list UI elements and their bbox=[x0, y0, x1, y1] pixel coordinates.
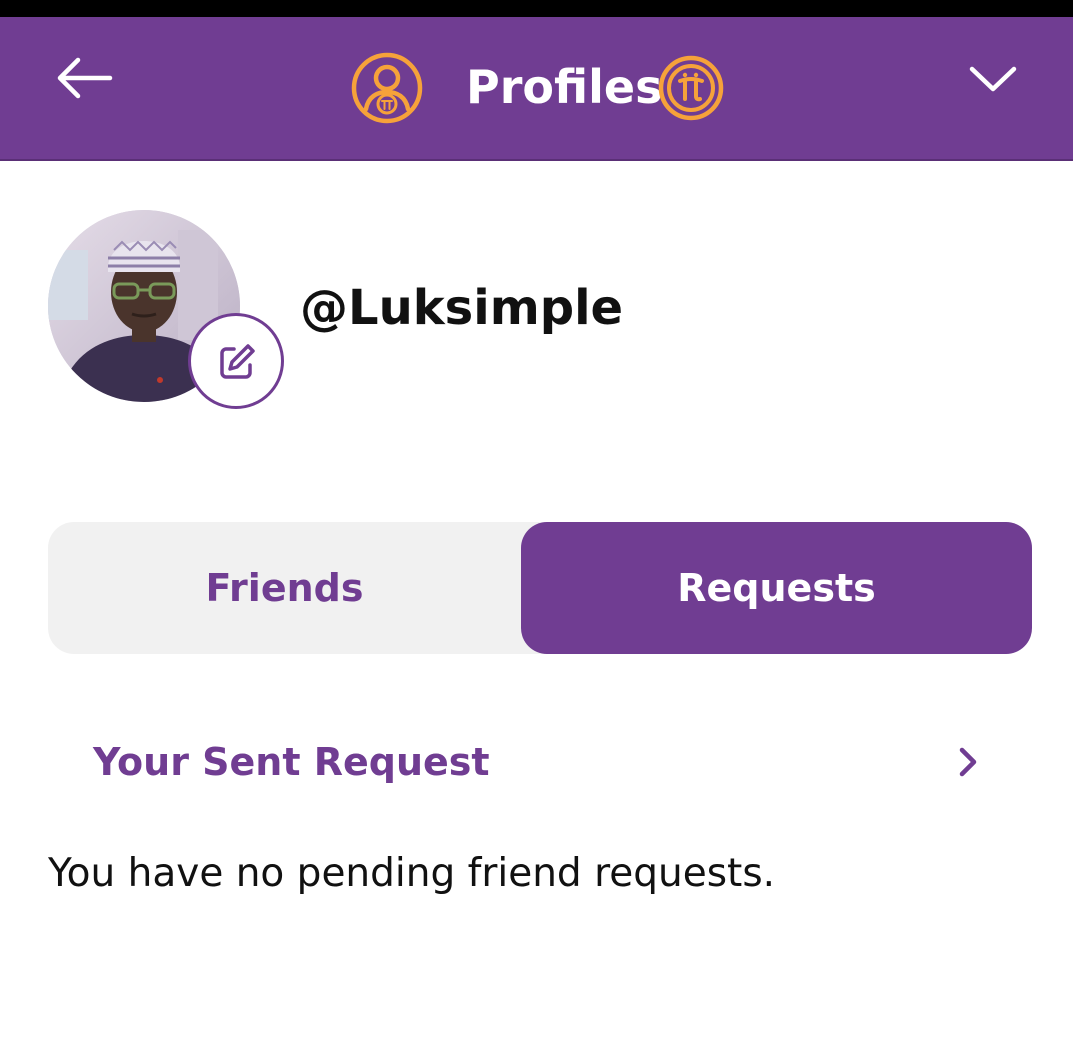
empty-requests-message: You have no pending friend requests. bbox=[48, 851, 776, 896]
chevron-right-icon bbox=[959, 747, 977, 777]
app-header: Profiles bbox=[0, 17, 1073, 161]
friends-requests-tabs: Friends Requests bbox=[48, 522, 1032, 654]
chevron-down-icon bbox=[969, 66, 1017, 92]
sent-request-row[interactable]: Your Sent Request bbox=[48, 716, 1032, 808]
header-title-group: Profiles bbox=[350, 51, 730, 127]
pi-coin-icon bbox=[658, 55, 724, 121]
username: @Luksimple bbox=[300, 280, 624, 336]
back-arrow-icon bbox=[57, 57, 113, 99]
edit-avatar-button[interactable] bbox=[188, 313, 284, 409]
status-bar bbox=[0, 0, 1073, 17]
back-button[interactable] bbox=[50, 55, 116, 101]
sent-request-label: Your Sent Request bbox=[93, 740, 490, 784]
page-title: Profiles bbox=[466, 60, 663, 114]
edit-pencil-icon bbox=[220, 344, 255, 379]
header-menu-button[interactable] bbox=[964, 61, 1022, 97]
tab-requests[interactable]: Requests bbox=[521, 522, 1032, 654]
profile-pi-icon bbox=[351, 52, 423, 124]
tab-friends[interactable]: Friends bbox=[48, 522, 521, 654]
